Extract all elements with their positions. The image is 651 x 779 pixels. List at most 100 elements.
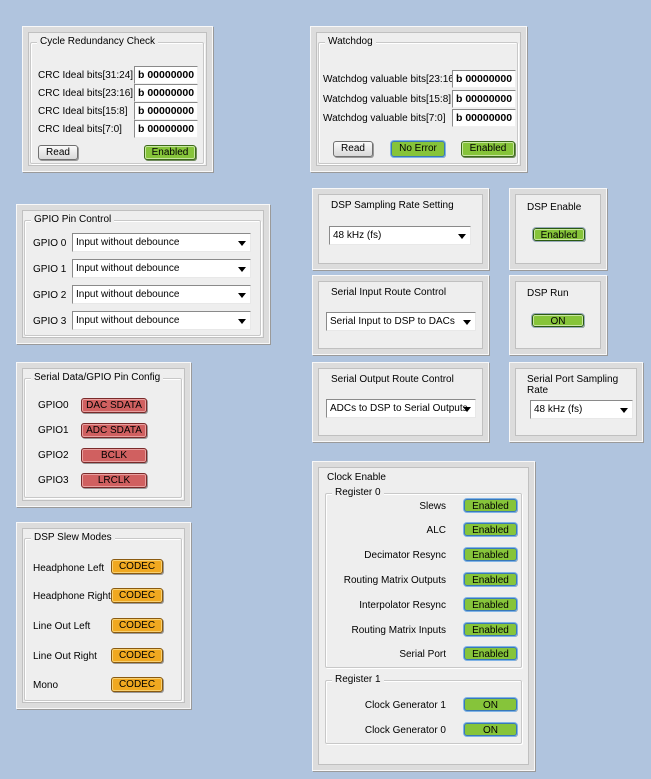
gpio-0-value: Input without debounce	[76, 237, 180, 248]
gpio-2-value: Input without debounce	[76, 289, 180, 300]
serial-gpio-label-1: GPIO1	[38, 425, 69, 436]
serial-input-value: Serial Input to DSP to DACs	[330, 316, 455, 327]
chevron-down-icon	[463, 407, 471, 412]
watchdog-title: Watchdog	[325, 36, 376, 47]
clock-label-clock-generator-0: Clock Generator 0	[364, 725, 446, 736]
serial-rate-select[interactable]: 48 kHz (fs)	[530, 400, 633, 419]
slew-line-out-left-button[interactable]: CODEC	[111, 618, 163, 633]
serial-input-title: Serial Input Route Control	[331, 287, 447, 298]
clock-label-serial-port: Serial Port	[399, 649, 446, 660]
clock-label-slews: Slews	[419, 501, 446, 512]
slew-label-mono: Mono	[33, 680, 59, 691]
watchdog-read-button[interactable]: Read	[333, 141, 373, 157]
dsp-enable-panel: DSP Enable Enabled	[509, 188, 607, 270]
watchdog-label-7-0: Watchdog valuable bits[7:0]	[323, 113, 446, 124]
slew-label-line-out-right: Line Out Right	[33, 651, 97, 662]
crc-value-23-16: b 00000000	[134, 84, 198, 102]
serial-gpio-1-button[interactable]: ADC SDATA	[81, 423, 147, 438]
serial-gpio-label-3: GPIO3	[38, 475, 69, 486]
gpio-1-select[interactable]: Input without debounce	[72, 259, 251, 278]
watchdog-value-7-0: b 00000000	[452, 109, 516, 127]
crc-label-31-24: CRC Ideal bits[31:24]	[38, 70, 134, 81]
gpio-0-select[interactable]: Input without debounce	[72, 233, 251, 252]
clock-title: Clock Enable	[327, 472, 386, 483]
clock-interpolator-resync-button[interactable]: Enabled	[464, 598, 517, 611]
dsp-rate-title: DSP Sampling Rate Setting	[331, 200, 454, 211]
chevron-down-icon	[238, 267, 246, 272]
gpio-label-3: GPIO 3	[33, 316, 67, 327]
gpio-1-value: Input without debounce	[76, 263, 180, 274]
dsp-enable-title: DSP Enable	[527, 202, 582, 213]
gpio-label-2: GPIO 2	[33, 290, 67, 301]
gpio-title: GPIO Pin Control	[31, 214, 115, 225]
serial-gpio-2-button[interactable]: BCLK	[81, 448, 147, 463]
gpio-panel: GPIO Pin Control GPIO 0 Input without de…	[16, 204, 270, 344]
clock-routing-matrix-outputs-button[interactable]: Enabled	[464, 573, 517, 586]
dsp-rate-panel: DSP Sampling Rate Setting 48 kHz (fs)	[312, 188, 489, 270]
slew-label-line-out-left: Line Out Left	[33, 621, 91, 632]
serial-output-title: Serial Output Route Control	[331, 374, 454, 385]
clock-label-routing-matrix-inputs: Routing Matrix Inputs	[351, 625, 447, 636]
serial-gpio-3-button[interactable]: LRCLK	[81, 473, 147, 488]
crc-label-7-0: CRC Ideal bits[7:0]	[38, 124, 122, 135]
watchdog-enabled-button[interactable]: Enabled	[461, 141, 515, 157]
register-0-title: Register 0	[332, 487, 384, 498]
crc-enabled-button[interactable]: Enabled	[144, 145, 196, 160]
crc-value-15-8: b 00000000	[134, 102, 198, 120]
gpio-2-select[interactable]: Input without debounce	[72, 285, 251, 304]
clock-routing-matrix-inputs-button[interactable]: Enabled	[464, 623, 517, 636]
chevron-down-icon	[463, 320, 471, 325]
clock-alc-button[interactable]: Enabled	[464, 523, 517, 536]
serial-input-panel: Serial Input Route Control Serial Input …	[312, 275, 489, 355]
chevron-down-icon	[238, 293, 246, 298]
serial-rate-panel: Serial Port Sampling Rate 48 kHz (fs)	[509, 362, 643, 442]
clock-label-decimator-resync: Decimator Resync	[364, 550, 446, 561]
dsp-run-button[interactable]: ON	[531, 313, 585, 328]
chevron-down-icon	[238, 241, 246, 246]
watchdog-value-23-16: b 00000000	[452, 70, 516, 88]
crc-panel: Cycle Redundancy Check CRC Ideal bits[31…	[22, 26, 213, 172]
clock-slews-button[interactable]: Enabled	[464, 499, 517, 512]
gpio-3-value: Input without debounce	[76, 315, 180, 326]
slew-mono-button[interactable]: CODEC	[111, 677, 163, 692]
clock-generator-1-button[interactable]: ON	[464, 698, 517, 711]
chevron-down-icon	[620, 408, 628, 413]
crc-title: Cycle Redundancy Check	[37, 36, 159, 47]
clock-serial-port-button[interactable]: Enabled	[464, 647, 517, 660]
crc-read-button[interactable]: Read	[38, 145, 78, 160]
serial-output-select[interactable]: ADCs to DSP to Serial Outputs	[326, 399, 476, 418]
clock-label-routing-matrix-outputs: Routing Matrix Outputs	[343, 575, 446, 586]
serial-output-panel: Serial Output Route Control ADCs to DSP …	[312, 362, 489, 442]
serial-gpio-label-0: GPIO0	[38, 400, 69, 411]
chevron-down-icon	[238, 319, 246, 324]
dsp-rate-value: 48 kHz (fs)	[333, 230, 382, 241]
crc-value-31-24: b 00000000	[134, 66, 198, 84]
watchdog-value-15-8: b 00000000	[452, 90, 516, 108]
serial-rate-title: Serial Port Sampling Rate	[527, 374, 619, 396]
watchdog-label-15-8: Watchdog valuable bits[15:8]	[323, 94, 452, 105]
gpio-3-select[interactable]: Input without debounce	[72, 311, 251, 330]
gpio-label-1: GPIO 1	[33, 264, 67, 275]
slew-title: DSP Slew Modes	[31, 532, 115, 543]
dsp-enable-button[interactable]: Enabled	[532, 227, 586, 242]
clock-label-clock-generator-1: Clock Generator 1	[364, 700, 446, 711]
slew-label-headphone-right: Headphone Right	[33, 591, 111, 602]
crc-label-15-8: CRC Ideal bits[15:8]	[38, 106, 128, 117]
serial-gpio-0-button[interactable]: DAC SDATA	[81, 398, 147, 413]
watchdog-no-error-button[interactable]: No Error	[391, 141, 445, 157]
clock-decimator-resync-button[interactable]: Enabled	[464, 548, 517, 561]
watchdog-label-23-16: Watchdog valuable bits[23:16]	[323, 74, 457, 85]
slew-panel: DSP Slew Modes Headphone Left CODEC Head…	[16, 522, 191, 709]
serial-rate-value: 48 kHz (fs)	[534, 404, 583, 415]
serial-gpio-panel: Serial Data/GPIO Pin Config GPIO0 DAC SD…	[16, 362, 191, 507]
serial-input-select[interactable]: Serial Input to DSP to DACs	[326, 312, 476, 331]
dsp-run-title: DSP Run	[527, 288, 569, 299]
slew-headphone-left-button[interactable]: CODEC	[111, 559, 163, 574]
slew-headphone-right-button[interactable]: CODEC	[111, 588, 163, 603]
slew-line-out-right-button[interactable]: CODEC	[111, 648, 163, 663]
dsp-run-panel: DSP Run ON	[509, 275, 607, 355]
clock-generator-0-button[interactable]: ON	[464, 723, 517, 736]
chevron-down-icon	[458, 234, 466, 239]
dsp-rate-select[interactable]: 48 kHz (fs)	[329, 226, 471, 245]
clock-label-interpolator-resync: Interpolator Resync	[359, 600, 446, 611]
